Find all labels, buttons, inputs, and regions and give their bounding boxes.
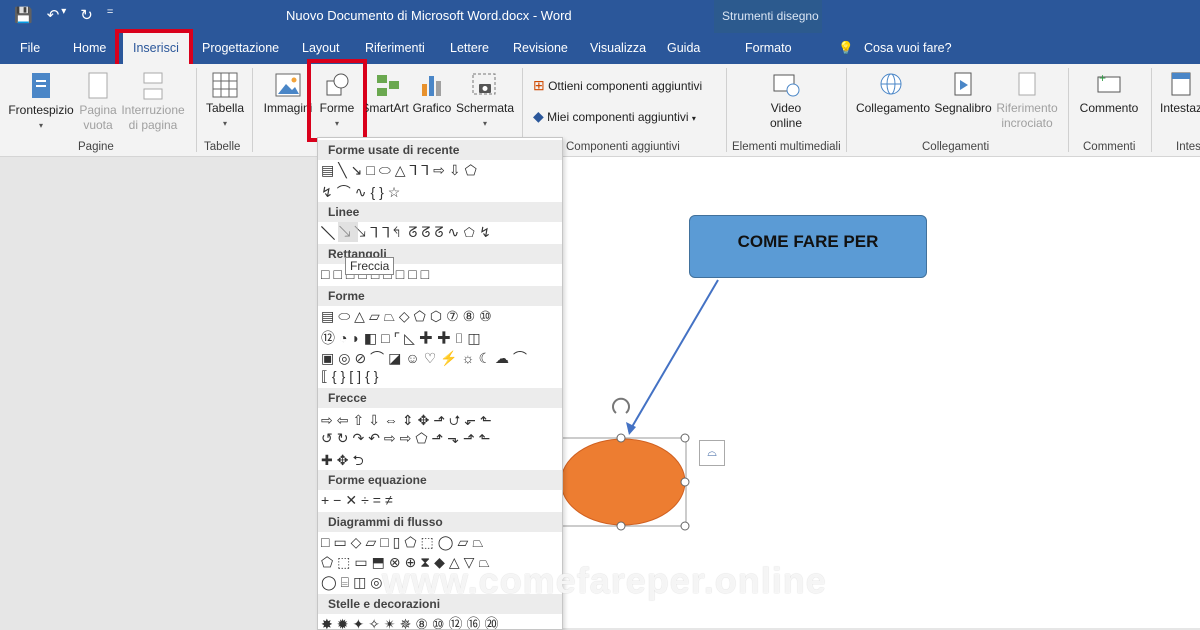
segnalibro-button[interactable]: Segnalibro xyxy=(933,72,993,116)
group-pagine: Pagine xyxy=(78,141,114,153)
svg-text:+: + xyxy=(1099,72,1106,85)
resize-handle[interactable] xyxy=(680,433,690,443)
separator xyxy=(1068,68,1069,152)
ottieni-componenti-button[interactable]: ⊞ Ottieni componenti aggiuntivi xyxy=(533,78,702,94)
smartart-button[interactable]: SmartArt xyxy=(366,72,410,116)
header-icon xyxy=(1171,72,1191,96)
ellipse-shape[interactable] xyxy=(560,438,686,526)
basic-shapes-row[interactable]: ▤⬭△▱⏢◇⬠⬡⑦⑧⑩ xyxy=(321,308,496,325)
picture-icon xyxy=(275,73,301,97)
tab-formato[interactable]: Formato xyxy=(745,41,792,55)
cover-page-icon xyxy=(32,73,50,98)
addin-icon: ◆ xyxy=(533,108,544,124)
shapes-gallery-menu: Forme usate di recente ▤╲↘□⬭△⅂⅂⇨⇩⬠ ↯⌒∿{}… xyxy=(317,137,563,630)
tab-progettazione[interactable]: Progettazione xyxy=(202,41,279,55)
grafico-button[interactable]: Grafico xyxy=(412,72,452,116)
video-online-button[interactable]: Video online xyxy=(760,72,812,131)
resize-handle[interactable] xyxy=(616,521,626,531)
comment-icon: + xyxy=(1097,72,1121,93)
collegamento-button[interactable]: Collegamento xyxy=(854,72,932,116)
section-equazione: Forme equazione xyxy=(318,470,562,490)
resize-handle[interactable] xyxy=(680,521,690,531)
tooltip-freccia: Freccia xyxy=(345,257,395,275)
redo-icon[interactable]: ↻ xyxy=(80,6,93,24)
save-icon[interactable]: 💾 xyxy=(14,6,33,24)
group-componenti: Componenti aggiuntivi xyxy=(566,141,680,153)
watermark: www.comefareper.online xyxy=(382,560,827,601)
tab-riferimenti[interactable]: Riferimenti xyxy=(365,41,425,55)
miei-componenti-button[interactable]: ◆ Miei componenti aggiuntivi ▾ xyxy=(533,109,696,126)
table-icon xyxy=(212,72,238,98)
pagina-vuota-button[interactable]: Pagina vuota xyxy=(78,72,118,133)
tab-home[interactable]: Home xyxy=(73,41,106,55)
separator xyxy=(196,68,197,152)
tab-file[interactable]: File xyxy=(20,41,40,55)
chart-icon xyxy=(422,76,441,96)
group-commenti: Commenti xyxy=(1083,141,1136,153)
recent-shapes-row[interactable]: ↯⌒∿{}☆ xyxy=(321,182,404,202)
tab-guida[interactable]: Guida xyxy=(667,41,700,55)
separator xyxy=(252,68,253,152)
section-forme: Forme xyxy=(318,286,562,306)
tab-revisione[interactable]: Revisione xyxy=(513,41,568,55)
section-frecce: Frecce xyxy=(318,388,562,408)
tell-me-search[interactable]: Cosa vuoi fare? xyxy=(864,41,952,55)
highlight-forme xyxy=(307,59,367,142)
flowchart-row[interactable]: ◯⌸◫◎ xyxy=(321,574,387,591)
separator xyxy=(1151,68,1152,152)
basic-shapes-row[interactable]: ▣◎⊘⌒◪☺♡⚡☼☾☁⌒ xyxy=(321,348,531,368)
customize-qat-icon[interactable]: = xyxy=(107,6,113,24)
schermata-button[interactable]: Schermata ▾ xyxy=(455,72,515,131)
separator xyxy=(846,68,847,152)
video-icon xyxy=(773,74,800,97)
undo-dropdown-icon[interactable]: ▾ xyxy=(61,6,66,24)
page-break-icon xyxy=(143,72,163,100)
store-icon: ⊞ xyxy=(533,77,545,93)
layout-options-icon[interactable]: ⌓ xyxy=(699,440,725,466)
recent-shapes-row[interactable]: ▤╲↘□⬭△⅂⅂⇨⇩⬠ xyxy=(321,162,481,179)
callout-box[interactable]: COME FARE PER xyxy=(689,215,927,278)
lightbulb-icon: 💡 xyxy=(838,41,854,55)
blank-page-icon xyxy=(88,72,108,99)
arrow-connector[interactable] xyxy=(628,279,719,433)
context-group-label: Strumenti disegno xyxy=(722,9,819,23)
basic-shapes-row[interactable]: ⟦{}[]{} xyxy=(321,368,382,385)
undo-icon[interactable]: ↶ xyxy=(47,6,60,24)
group-collegamenti: Collegamenti xyxy=(922,141,990,153)
window-title: Nuovo Documento di Microsoft Word.docx -… xyxy=(286,8,572,23)
section-recent: Forme usate di recente xyxy=(318,140,562,160)
cross-reference-icon xyxy=(1018,72,1036,96)
equation-row[interactable]: +−✕÷=≠ xyxy=(321,492,397,509)
bookmark-icon xyxy=(954,72,972,96)
commento-button[interactable]: + Commento xyxy=(1076,72,1142,116)
flowchart-row[interactable]: □▭◇▱□▯⬠⬚◯▱⏢ xyxy=(321,534,487,551)
smartart-icon xyxy=(377,75,399,96)
group-tabelle: Tabelle xyxy=(204,141,241,153)
tab-lettere[interactable]: Lettere xyxy=(450,41,489,55)
quick-access-toolbar: 💾 ↶ ▾ ↻ = xyxy=(14,6,113,24)
resize-handle[interactable] xyxy=(680,477,690,487)
intestazione-button[interactable]: Intestaz xyxy=(1160,72,1200,116)
arrows-row[interactable]: ↺↻↷↶⇨⇨⬠⬏⬎⬏⬑ xyxy=(321,430,494,447)
section-linee: Linee xyxy=(318,202,562,222)
separator xyxy=(726,68,727,152)
tabella-button[interactable]: Tabella ▾ xyxy=(203,72,247,131)
basic-shapes-row[interactable]: ⑫◔◗◧□⌜◺✚✚⌷◫ xyxy=(321,328,485,348)
interruzione-pagina-button[interactable]: Interruzione di pagina xyxy=(120,72,186,133)
group-multimediali: Elementi multimediali xyxy=(732,141,841,153)
section-flusso: Diagrammi di flusso xyxy=(318,512,562,532)
tab-layout[interactable]: Layout xyxy=(302,41,340,55)
rotate-handle-icon[interactable] xyxy=(612,397,630,414)
arrow-shape-hover[interactable] xyxy=(338,222,358,242)
group-intestazione: Intes xyxy=(1176,141,1200,153)
frontespizio-button[interactable]: Frontespizio ▾ xyxy=(8,72,74,133)
tab-visualizza[interactable]: Visualizza xyxy=(590,41,646,55)
screenshot-icon xyxy=(472,73,496,95)
resize-handle[interactable] xyxy=(616,433,626,443)
riferimento-incrociato-button[interactable]: Riferimento incrociato xyxy=(994,72,1060,131)
link-icon xyxy=(880,73,902,95)
drawing-layer xyxy=(559,279,719,531)
